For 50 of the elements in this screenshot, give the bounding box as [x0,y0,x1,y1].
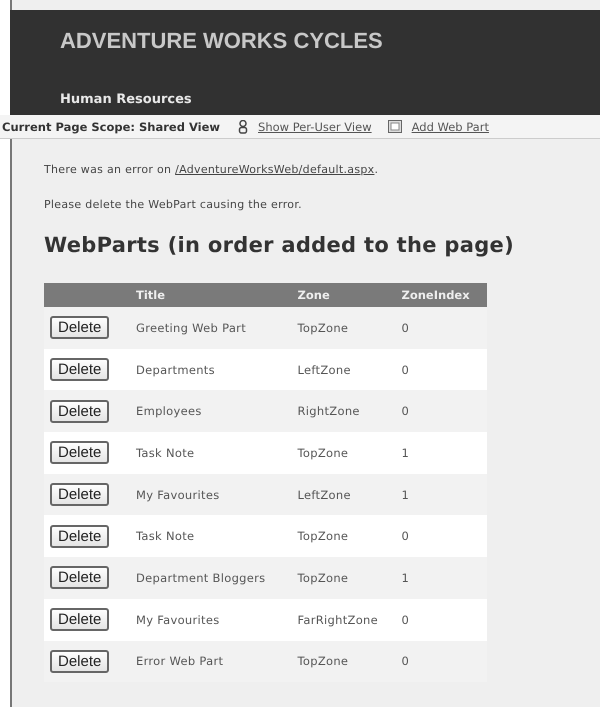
toolbar-link[interactable]: Show Per-User View [258,120,372,134]
table-cell: My Favourites [132,598,294,640]
delete-button[interactable]: Delete [50,650,110,673]
table-cell: 0 [398,515,487,558]
table-cell: TopZone [294,515,398,558]
table-cell: TopZone [294,432,398,474]
delete-button[interactable]: Delete [50,400,110,423]
delete-button[interactable]: Delete [50,483,110,506]
table-cell: Employees [132,390,294,432]
table-cell: My Favourites [132,474,294,516]
column-header: Title [132,283,294,307]
page-scope-label: Current Page Scope: Shared View [2,120,220,134]
delete-button[interactable]: Delete [50,316,110,340]
column-header: ZoneIndex [398,283,487,307]
table-cell: TopZone [294,307,398,349]
user-icon [238,120,248,134]
table-cell: Task Note [132,432,294,474]
table-cell: Departments [132,348,294,390]
delete-button[interactable]: Delete [50,358,110,382]
table-cell: Task Note [132,515,294,558]
table-cell: Error Web Part [132,640,294,682]
site-title: ADVENTURE WORKS CYCLES [60,28,384,54]
table-cell: RightZone [294,390,398,432]
toolbar-link[interactable]: Add Web Part [412,120,489,134]
table-cell: 0 [398,307,487,349]
table-cell: 0 [398,348,487,390]
delete-button[interactable]: Delete [50,441,110,464]
table-cell: Department Bloggers [132,557,294,599]
delete-button[interactable]: Delete [50,608,110,632]
column-header: Zone [294,283,398,307]
page-link[interactable]: /AdventureWorksWeb/default.aspx [175,163,374,176]
table-cell: 1 [398,474,487,516]
web-part-icon [388,120,402,133]
site-subtitle: Human Resources [60,92,193,107]
delete-button[interactable]: Delete [50,566,110,590]
table-cell: TopZone [294,640,398,682]
table-cell: FarRightZone [294,598,398,640]
section-heading: WebParts (in order added to the page) [44,233,515,257]
instruction-text: Please delete the WebPart causing the error. [44,198,303,211]
error-message: There was an error on /AdventureWorksWeb/default.aspx. [44,163,380,176]
table-cell: 0 [398,390,487,432]
table-cell: 1 [398,557,487,599]
table-cell: 0 [398,598,487,640]
table-cell: TopZone [294,557,398,599]
table-cell: 1 [398,432,487,474]
table-cell: LeftZone [294,474,398,516]
table-cell: 0 [398,640,487,682]
table-cell: Greeting Web Part [132,307,294,349]
table-cell: LeftZone [294,348,398,390]
delete-button[interactable]: Delete [50,524,110,548]
